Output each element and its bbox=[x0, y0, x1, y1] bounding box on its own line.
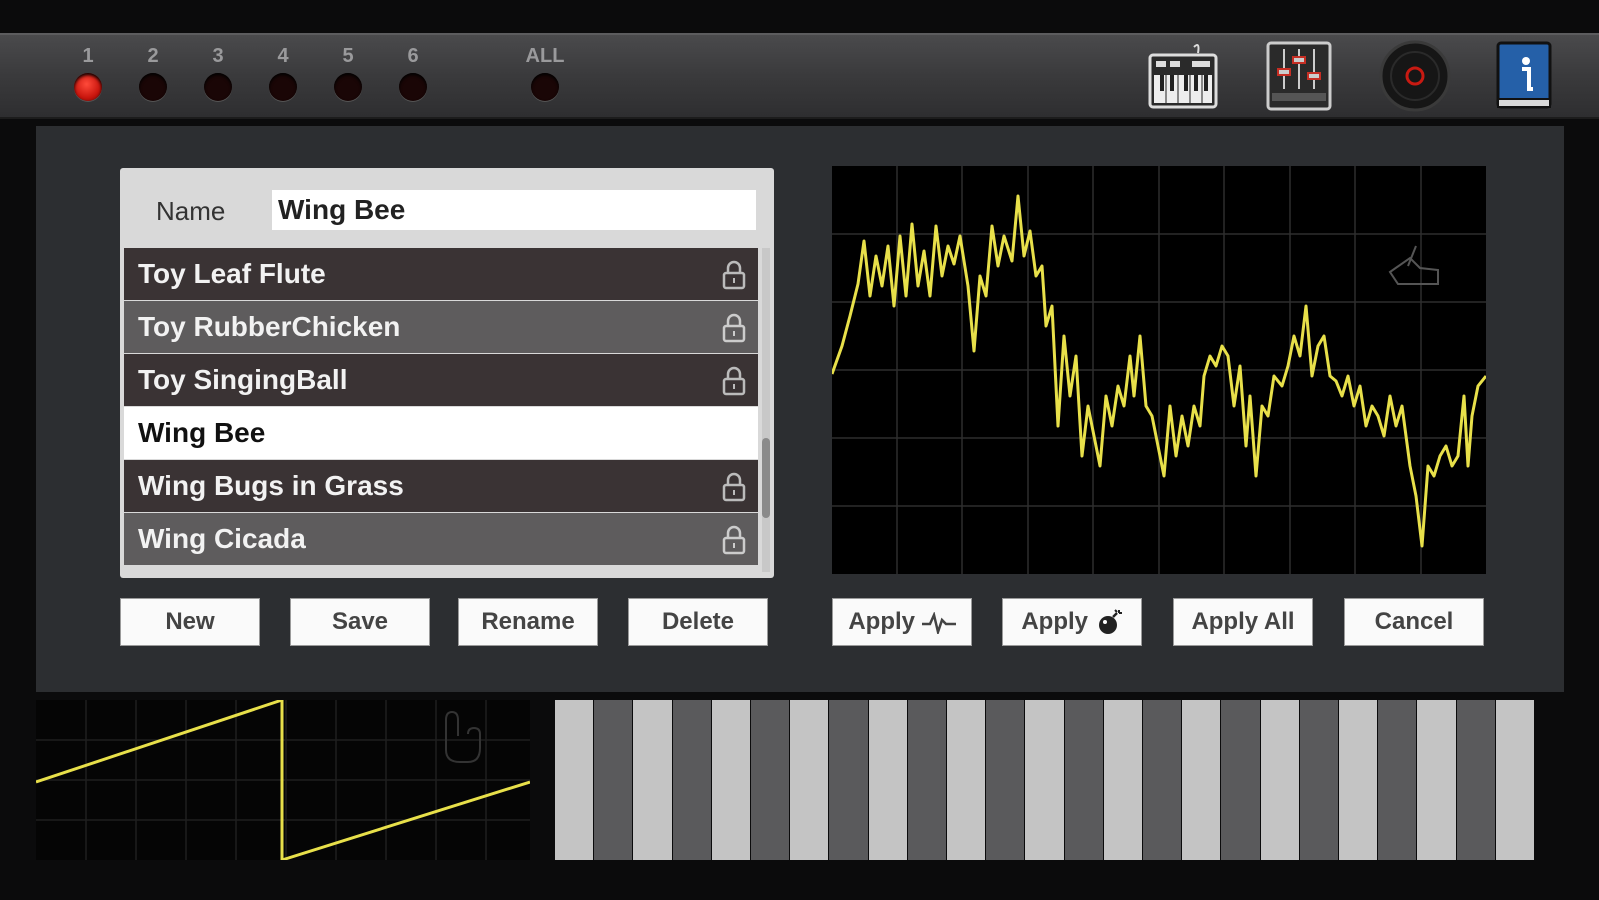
new-button[interactable]: New bbox=[120, 598, 260, 646]
name-label: Name bbox=[156, 196, 226, 226]
dark-key[interactable] bbox=[1064, 700, 1103, 860]
light-key[interactable] bbox=[1495, 700, 1534, 860]
pulse-wave-icon bbox=[921, 610, 956, 637]
preset-item-selected[interactable]: Wing Bee bbox=[124, 407, 758, 459]
lock-icon bbox=[722, 260, 746, 290]
delete-button[interactable]: Delete bbox=[628, 598, 768, 646]
dark-key[interactable] bbox=[986, 700, 1025, 860]
track-1[interactable]: 1 bbox=[68, 43, 108, 101]
preset-item-label: Wing Bugs in Grass bbox=[138, 470, 404, 501]
light-key[interactable] bbox=[1260, 700, 1299, 860]
dark-key[interactable] bbox=[1456, 700, 1495, 860]
light-key[interactable] bbox=[1417, 700, 1456, 860]
track-led bbox=[204, 73, 232, 101]
scroll-thumb[interactable] bbox=[762, 438, 770, 518]
apply-waveform-label: Apply bbox=[848, 608, 915, 635]
mixer-icon[interactable] bbox=[1262, 39, 1336, 113]
apply-all-button[interactable]: Apply All bbox=[1173, 598, 1313, 646]
apply-effect-button[interactable]: Apply bbox=[1002, 598, 1142, 646]
preset-scrollbar[interactable] bbox=[762, 248, 770, 572]
dark-key[interactable] bbox=[1143, 700, 1182, 860]
preset-item-label: Toy RubberChicken bbox=[138, 311, 401, 342]
track-number: 5 bbox=[342, 45, 354, 67]
track-led bbox=[139, 73, 167, 101]
rename-button[interactable]: Rename bbox=[458, 598, 598, 646]
light-key[interactable] bbox=[711, 700, 750, 860]
track-4[interactable]: 4 bbox=[263, 43, 303, 101]
lock-icon bbox=[722, 525, 746, 555]
dark-key[interactable] bbox=[907, 700, 946, 860]
lock-icon bbox=[722, 472, 746, 502]
preset-item-label: Wing Bee bbox=[138, 417, 266, 448]
light-key[interactable] bbox=[1182, 700, 1221, 860]
light-key[interactable] bbox=[1025, 700, 1064, 860]
light-key[interactable] bbox=[947, 700, 986, 860]
touch-hand-icon bbox=[445, 710, 481, 763]
info-book-icon[interactable] bbox=[1488, 39, 1562, 113]
preset-item[interactable]: Wing Bugs in Grass bbox=[124, 460, 758, 512]
lock-icon bbox=[722, 313, 746, 343]
track-6[interactable]: 6 bbox=[393, 43, 433, 101]
track-all[interactable]: ALL bbox=[515, 43, 575, 101]
dark-key[interactable] bbox=[751, 700, 790, 860]
light-key[interactable] bbox=[868, 700, 907, 860]
track-number: 6 bbox=[407, 45, 419, 67]
waveform-display[interactable] bbox=[832, 166, 1486, 574]
track-bar: 1 2 3 4 5 6 ALL bbox=[0, 33, 1599, 119]
piano-keyboard[interactable] bbox=[555, 700, 1535, 860]
record-icon[interactable] bbox=[1378, 39, 1452, 113]
dark-key[interactable] bbox=[672, 700, 711, 860]
track-3[interactable]: 3 bbox=[198, 43, 238, 101]
track-led bbox=[269, 73, 297, 101]
dark-key[interactable] bbox=[1299, 700, 1338, 860]
preset-item[interactable]: Wing Cicada bbox=[124, 513, 758, 565]
track-led bbox=[531, 73, 559, 101]
dark-key[interactable] bbox=[1221, 700, 1260, 860]
keyboard-icon[interactable] bbox=[1146, 39, 1220, 113]
track-number: 3 bbox=[212, 45, 224, 67]
track-2[interactable]: 2 bbox=[133, 43, 173, 101]
save-button[interactable]: Save bbox=[290, 598, 430, 646]
draw-hand-icon bbox=[1388, 245, 1439, 285]
track-5[interactable]: 5 bbox=[328, 43, 368, 101]
dark-key[interactable] bbox=[1378, 700, 1417, 860]
light-key[interactable] bbox=[1103, 700, 1142, 860]
preset-item[interactable]: Toy Leaf Flute bbox=[124, 248, 758, 300]
preset-browser: Name Toy Leaf Flute Toy RubberChicken To… bbox=[120, 168, 774, 578]
track-number: 2 bbox=[147, 45, 159, 67]
bomb-icon bbox=[1098, 609, 1122, 635]
preset-panel: Name Toy Leaf Flute Toy RubberChicken To… bbox=[36, 126, 1564, 692]
name-row: Name bbox=[120, 168, 774, 244]
dark-key[interactable] bbox=[594, 700, 633, 860]
light-key[interactable] bbox=[633, 700, 672, 860]
dark-key[interactable] bbox=[829, 700, 868, 860]
lock-icon bbox=[722, 366, 746, 396]
cancel-button[interactable]: Cancel bbox=[1344, 598, 1484, 646]
track-led bbox=[399, 73, 427, 101]
preset-item-label: Toy SingingBall bbox=[138, 364, 348, 395]
track-led bbox=[334, 73, 362, 101]
preset-item[interactable]: Toy RubberChicken bbox=[124, 301, 758, 353]
apply-waveform-button[interactable]: Apply bbox=[832, 598, 972, 646]
preset-item-label: Toy Leaf Flute bbox=[138, 258, 326, 289]
preset-item-label: Wing Cicada bbox=[138, 523, 306, 554]
preset-name-input[interactable] bbox=[272, 190, 756, 230]
light-key[interactable] bbox=[790, 700, 829, 860]
preset-item[interactable]: Toy SingingBall bbox=[124, 354, 758, 406]
preset-list[interactable]: Toy Leaf Flute Toy RubberChicken Toy Sin… bbox=[124, 248, 758, 572]
light-key[interactable] bbox=[1339, 700, 1378, 860]
track-number: 4 bbox=[277, 45, 289, 67]
track-number: ALL bbox=[525, 45, 565, 67]
track-led bbox=[74, 73, 102, 101]
light-key[interactable] bbox=[555, 700, 594, 860]
apply-effect-label: Apply bbox=[1021, 607, 1088, 635]
track-number: 1 bbox=[82, 45, 94, 67]
lfo-waveform-display[interactable] bbox=[36, 700, 530, 860]
